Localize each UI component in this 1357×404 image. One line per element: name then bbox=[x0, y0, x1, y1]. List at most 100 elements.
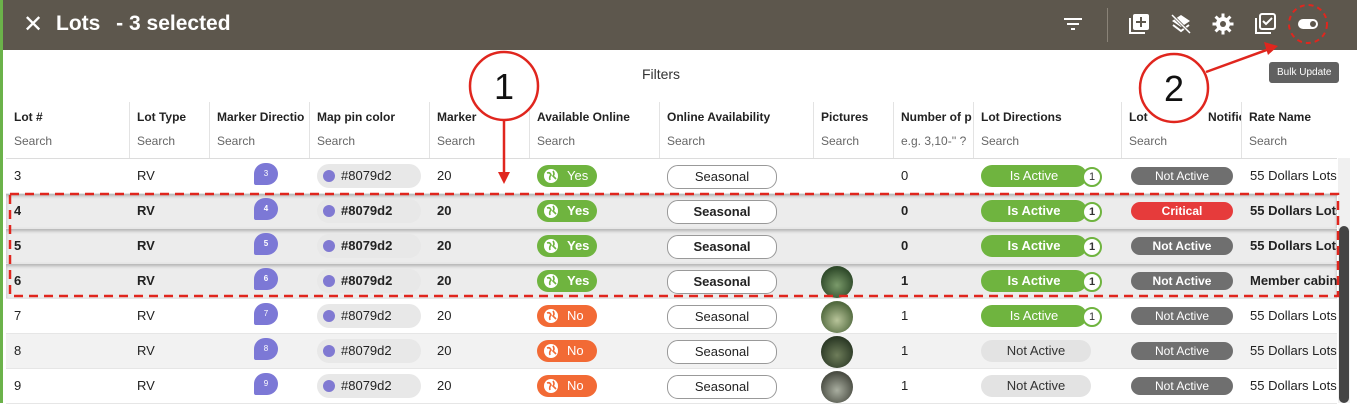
globe-icon bbox=[544, 274, 558, 288]
column-header-lot-notifications[interactable]: Lot Notificat Search bbox=[1121, 102, 1242, 158]
column-header-online-availability[interactable]: Online Availability Search bbox=[659, 102, 814, 158]
notification-not-active-pill[interactable]: Not Active bbox=[1131, 272, 1233, 290]
notification-not-active-pill[interactable]: Not Active bbox=[1131, 377, 1233, 395]
map-pin-color-chip[interactable]: #8079d2 bbox=[317, 374, 421, 398]
available-no-pill[interactable]: No bbox=[537, 340, 597, 362]
lot-directions-pill[interactable]: Not Active bbox=[981, 375, 1091, 397]
vertical-scrollbar[interactable] bbox=[1338, 158, 1350, 403]
marker-value: 20 bbox=[437, 378, 452, 393]
color-swatch bbox=[323, 275, 335, 287]
lot-directions-pill[interactable]: Is Active bbox=[981, 200, 1087, 222]
scrollbar-thumb[interactable] bbox=[1339, 226, 1349, 403]
online-availability-pill[interactable]: Seasonal bbox=[667, 200, 777, 224]
online-availability-pill[interactable]: Seasonal bbox=[667, 305, 777, 329]
selection-count: - 3 selected bbox=[116, 12, 231, 35]
available-label: Yes bbox=[567, 203, 590, 218]
available-no-pill[interactable]: No bbox=[537, 305, 597, 327]
filter-icon[interactable] bbox=[1061, 12, 1085, 36]
column-title: Lot bbox=[1129, 110, 1148, 124]
column-search[interactable]: Search bbox=[981, 134, 1019, 148]
column-title: Lot # bbox=[14, 110, 43, 124]
column-title: Marker Directio bbox=[217, 110, 305, 124]
marker-value: 20 bbox=[437, 168, 452, 183]
table-row[interactable]: 5 RV 5 #8079d2 20 Yes Seasonal 0 Is Active 1 Not A… bbox=[6, 229, 1337, 264]
available-label: No bbox=[567, 343, 584, 358]
add-box-icon[interactable] bbox=[1127, 12, 1151, 36]
gear-icon[interactable] bbox=[1211, 12, 1235, 36]
notification-not-active-pill[interactable]: Not Active bbox=[1131, 237, 1233, 255]
column-search[interactable]: Search bbox=[537, 134, 575, 148]
column-header-number-of-pictures[interactable]: Number of p e.g. 3,10-'' ? bbox=[893, 102, 974, 158]
lot-directions-pill[interactable]: Is Active bbox=[981, 305, 1087, 327]
lot-type: RV bbox=[137, 168, 155, 183]
table-row[interactable]: 8 RV 8 #8079d2 20 No Seasonal 1 Not Active Not Ac… bbox=[6, 334, 1337, 369]
online-availability-pill[interactable]: Seasonal bbox=[667, 340, 777, 364]
column-search[interactable]: Search bbox=[1129, 134, 1167, 148]
notification-critical-pill[interactable]: Critical bbox=[1131, 202, 1233, 220]
lot-directions-count-badge: 1 bbox=[1082, 167, 1102, 187]
available-yes-pill[interactable]: Yes bbox=[537, 270, 597, 292]
table-row[interactable]: 4 RV 4 #8079d2 20 Yes Seasonal 0 Is Active 1 Criti… bbox=[6, 194, 1337, 229]
marker-pin-icon: 7 bbox=[254, 303, 278, 325]
column-search[interactable]: Search bbox=[821, 134, 859, 148]
lot-photo-thumbnail[interactable] bbox=[821, 266, 853, 298]
online-availability-pill[interactable]: Seasonal bbox=[667, 235, 777, 259]
column-header-marker-direction[interactable]: Marker Directio Search bbox=[209, 102, 310, 158]
map-pin-color-chip[interactable]: #8079d2 bbox=[317, 164, 421, 188]
column-search[interactable]: Search bbox=[14, 134, 52, 148]
column-header-map-pin-color[interactable]: Map pin color Search bbox=[309, 102, 430, 158]
map-pin-color-chip[interactable]: #8079d2 bbox=[317, 269, 421, 293]
lot-directions-pill[interactable]: Not Active bbox=[981, 340, 1091, 362]
lot-photo-thumbnail[interactable] bbox=[821, 336, 853, 368]
column-header-lot-number[interactable]: Lot # Search bbox=[6, 102, 130, 158]
map-pin-color-chip[interactable]: #8079d2 bbox=[317, 339, 421, 363]
available-no-pill[interactable]: No bbox=[537, 375, 597, 397]
table-row[interactable]: 7 RV 7 #8079d2 20 No Seasonal 1 Is Active 1 Not Ac… bbox=[6, 299, 1337, 334]
column-search[interactable]: Search bbox=[217, 134, 255, 148]
notification-not-active-pill[interactable]: Not Active bbox=[1131, 307, 1233, 325]
online-availability-pill[interactable]: Seasonal bbox=[667, 165, 777, 189]
column-header-lot-directions[interactable]: Lot Directions Search bbox=[973, 102, 1122, 158]
notification-not-active-pill[interactable]: Not Active bbox=[1131, 167, 1233, 185]
column-header-available-online[interactable]: Available Online Search bbox=[529, 102, 660, 158]
map-pin-color-chip[interactable]: #8079d2 bbox=[317, 234, 421, 258]
layers-off-icon[interactable] bbox=[1169, 12, 1193, 36]
lot-directions-pill[interactable]: Is Active bbox=[981, 270, 1087, 292]
number-of-pictures: 1 bbox=[901, 308, 909, 323]
select-all-checkbox-icon[interactable] bbox=[1253, 12, 1277, 36]
number-of-pictures: 0 bbox=[901, 168, 909, 183]
table-row[interactable]: 3 RV 3 #8079d2 20 Yes Seasonal 0 Is Active 1 Not A… bbox=[6, 159, 1337, 194]
lot-photo-thumbnail[interactable] bbox=[821, 371, 853, 403]
column-search[interactable]: Search bbox=[667, 134, 705, 148]
column-header-rate-name[interactable]: Rate Name Search bbox=[1241, 102, 1337, 158]
column-search[interactable]: Search bbox=[137, 134, 175, 148]
available-yes-pill[interactable]: Yes bbox=[537, 235, 597, 257]
available-yes-pill[interactable]: Yes bbox=[537, 165, 597, 187]
marker-value: 20 bbox=[437, 343, 452, 358]
table-row[interactable]: 6 RV 6 #8079d2 20 Yes Seasonal 1 Is Active 1 Not A… bbox=[6, 264, 1337, 299]
map-pin-color-chip[interactable]: #8079d2 bbox=[317, 199, 421, 223]
notification-not-active-pill[interactable]: Not Active bbox=[1131, 342, 1233, 360]
column-search[interactable]: Search bbox=[437, 134, 475, 148]
globe-icon bbox=[544, 309, 558, 323]
left-accent-bar bbox=[0, 0, 3, 403]
number-of-pictures: 0 bbox=[901, 203, 909, 218]
table-row[interactable]: 9 RV 9 #8079d2 20 No Seasonal 1 Not Active Not Ac… bbox=[6, 369, 1337, 404]
column-search[interactable]: Search bbox=[1249, 134, 1287, 148]
column-search[interactable]: e.g. 3,10-'' ? bbox=[901, 134, 966, 148]
lot-directions-pill[interactable]: Is Active bbox=[981, 165, 1087, 187]
online-availability-pill[interactable]: Seasonal bbox=[667, 270, 777, 294]
online-availability-pill[interactable]: Seasonal bbox=[667, 375, 777, 399]
column-header-pictures[interactable]: Pictures Search bbox=[813, 102, 894, 158]
column-header-lot-type[interactable]: Lot Type Search bbox=[129, 102, 210, 158]
lot-directions-pill[interactable]: Is Active bbox=[981, 235, 1087, 257]
available-yes-pill[interactable]: Yes bbox=[537, 200, 597, 222]
column-search[interactable]: Search bbox=[317, 134, 355, 148]
available-label: Yes bbox=[567, 168, 589, 183]
close-icon[interactable]: ✕ bbox=[23, 11, 43, 39]
lot-photo-thumbnail[interactable] bbox=[821, 301, 853, 333]
map-pin-color-chip[interactable]: #8079d2 bbox=[317, 304, 421, 328]
filters-label[interactable]: Filters bbox=[0, 66, 1322, 82]
column-header-marker[interactable]: Marker Search bbox=[429, 102, 530, 158]
toggle-icon[interactable] bbox=[1296, 12, 1320, 36]
